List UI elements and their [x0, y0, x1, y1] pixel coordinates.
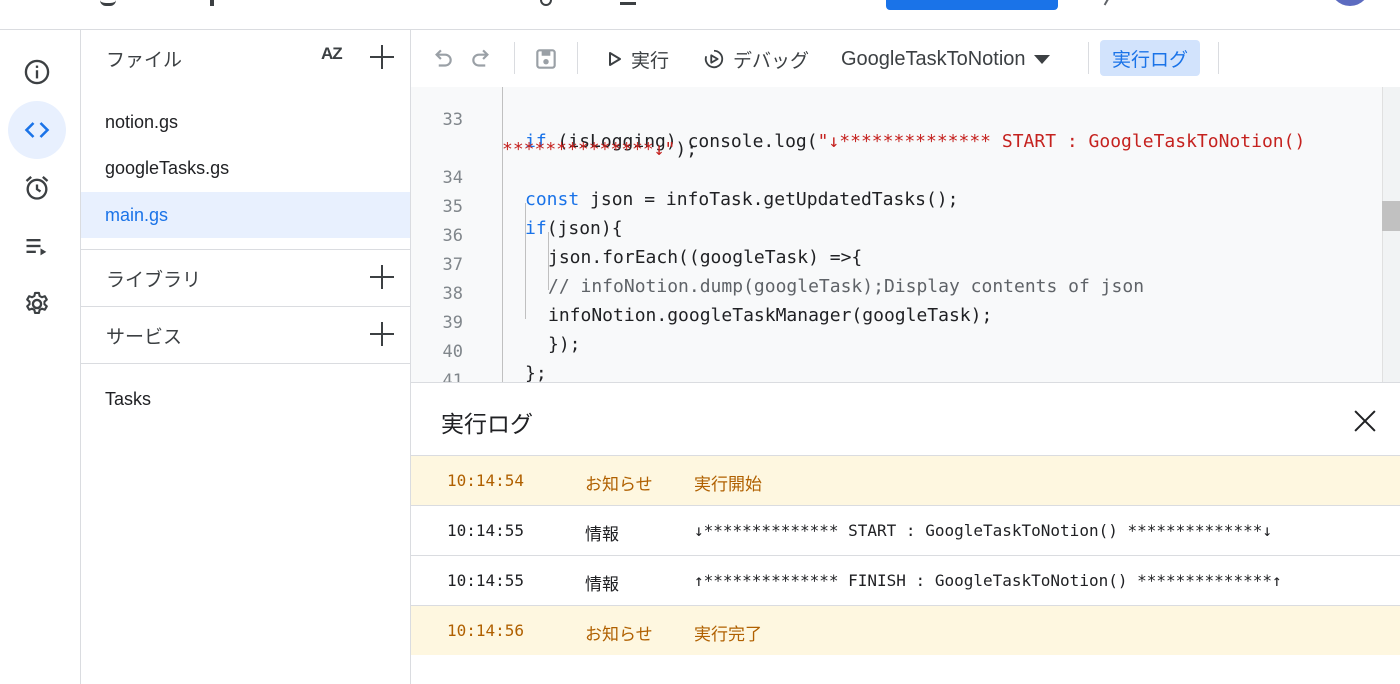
left-icon-rail: [0, 30, 81, 684]
editor-toolbar: 実行 デバッグ GoogleTaskToNotion 実行ログ: [411, 30, 1400, 87]
files-header-label: ファイル: [106, 49, 183, 71]
log-time: 10:14:55: [447, 571, 525, 590]
libraries-header-label: ライブラリ: [106, 269, 202, 291]
libraries-header: ライブラリ: [81, 250, 411, 306]
close-icon[interactable]: [1351, 407, 1379, 435]
file-panel: ファイル AZ notion.gs googleTasks.gs main.gs…: [81, 30, 411, 684]
executions-button[interactable]: [8, 217, 66, 275]
code-line: 39 });: [411, 288, 1381, 355]
help-icon[interactable]: [1098, 0, 1110, 6]
save-icon[interactable]: [533, 46, 559, 72]
code-icon: [24, 122, 50, 138]
debug-icon: [704, 49, 724, 69]
title-fragment: [540, 0, 552, 6]
editor-scrollbar[interactable]: [1382, 87, 1400, 382]
log-message: ↓************** START : GoogleTaskToNoti…: [694, 521, 1272, 540]
log-time: 10:14:54: [447, 471, 525, 490]
function-select[interactable]: GoogleTaskToNotion: [841, 44, 1050, 74]
avatar[interactable]: [1330, 0, 1370, 6]
add-file-button[interactable]: [369, 44, 395, 70]
execution-log-panel: 実行ログ 10:14:54 お知らせ 実行開始 10:14:55 情報 ↓***…: [411, 382, 1400, 684]
log-message: 実行開始: [694, 475, 762, 494]
code-editor[interactable]: 33 if (isLogging) console.log("↓********…: [411, 87, 1400, 382]
log-row: 10:14:56 お知らせ 実行完了: [411, 605, 1400, 655]
file-item-notion[interactable]: notion.gs: [81, 99, 410, 145]
redo-icon[interactable]: [469, 46, 495, 72]
log-title: 実行ログ: [441, 411, 533, 437]
file-item-googletasks[interactable]: googleTasks.gs: [81, 145, 410, 191]
undo-icon[interactable]: [429, 46, 455, 72]
divider: [1088, 42, 1089, 74]
services-header: サービス: [81, 307, 411, 363]
run-button[interactable]: 実行: [607, 44, 669, 74]
code-line: 35 if(json){: [411, 172, 1381, 239]
divider: [577, 42, 578, 74]
caret-down-icon: [1033, 54, 1050, 64]
add-library-button[interactable]: [369, 264, 395, 290]
executions-icon: [26, 239, 47, 256]
code-line: 41 if (isLogging) console.log("↑********…: [411, 346, 1381, 382]
overview-button[interactable]: [8, 43, 66, 101]
log-level: 情報: [585, 525, 619, 544]
code-line: 34 const json = infoTask.getUpdatedTasks…: [411, 143, 1381, 210]
title-fragment: [620, 2, 636, 5]
line-number: 41: [442, 371, 463, 382]
log-message: 実行完了: [694, 625, 762, 644]
debug-button[interactable]: デバッグ: [703, 44, 809, 74]
app-logo-fragment: [100, 0, 116, 6]
alarm-clock-icon: [25, 176, 49, 200]
log-row: 10:14:55 情報 ↑************** FINISH : Goo…: [411, 555, 1400, 605]
log-row: 10:14:54 お知らせ 実行開始: [411, 455, 1400, 505]
code-line: 33 if (isLogging) console.log("↓********…: [411, 87, 1381, 152]
sort-az-icon[interactable]: AZ: [321, 44, 343, 64]
code-line: 36 json.forEach((googleTask) =>{: [411, 201, 1381, 268]
service-item-tasks[interactable]: Tasks: [81, 379, 410, 419]
editor-button[interactable]: [8, 101, 66, 159]
debug-label: デバッグ: [733, 50, 810, 72]
code-line: 37 // infoNotion.dump(googleTask);Displa…: [411, 230, 1381, 297]
info-icon: [24, 59, 50, 85]
code-line: **************↓");: [411, 114, 1381, 160]
services-header-label: サービス: [106, 326, 183, 348]
execution-log-button[interactable]: 実行ログ: [1100, 40, 1201, 76]
divider: [1218, 42, 1219, 74]
log-level: お知らせ: [585, 475, 653, 494]
divider: [81, 363, 410, 364]
log-message: ↑************** FINISH : GoogleTaskToNot…: [694, 571, 1282, 590]
function-select-value: GoogleTaskToNotion: [841, 47, 1026, 70]
settings-icon: [26, 291, 48, 315]
log-level: お知らせ: [585, 625, 653, 644]
play-icon: [609, 52, 621, 66]
settings-button[interactable]: [8, 275, 66, 333]
divider: [514, 42, 515, 74]
log-level: 情報: [585, 575, 619, 594]
add-service-button[interactable]: [369, 321, 395, 347]
log-time: 10:14:56: [447, 621, 525, 640]
code-line: 40 };: [411, 317, 1381, 382]
triggers-button[interactable]: [8, 159, 66, 217]
log-row: 10:14:55 情報 ↓************** START : Goog…: [411, 505, 1400, 555]
log-time: 10:14:55: [447, 521, 525, 540]
run-label: 実行: [631, 50, 670, 72]
file-item-main[interactable]: main.gs: [81, 192, 410, 238]
top-app-bar: [0, 0, 1400, 30]
scrollbar-thumb[interactable]: [1382, 201, 1400, 231]
files-header: ファイル AZ: [81, 30, 411, 86]
deploy-button[interactable]: [886, 0, 1058, 10]
code-line: 38 infoNotion.googleTaskManager(googleTa…: [411, 259, 1381, 326]
title-fragment: [210, 0, 214, 6]
